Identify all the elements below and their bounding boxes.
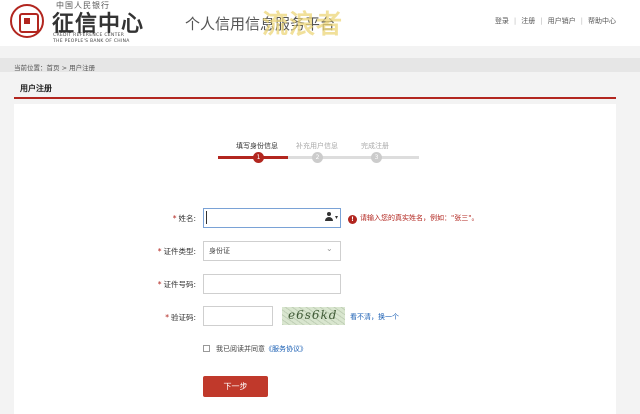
agree-text: 我已阅读并同意《服务协议》 [216,344,307,354]
required-mark: * [157,247,162,256]
logo-english-line1: CREDIT REFERENCE CENTER [53,33,125,38]
service-agreement-link[interactable]: 《服务协议》 [265,345,307,353]
name-hint-text: 请输入您的真实姓名，例如："张三"。 [360,214,479,222]
step-1-dot: 1 [253,152,264,163]
next-step-button[interactable]: 下一步 [203,376,268,397]
title-divider [14,97,616,99]
step-2-label: 补充用户信息 [296,142,338,150]
required-mark: * [157,280,162,289]
breadcrumb: 当前位置：首页 > 用户注册 [14,64,96,72]
id-type-label-text: 证件类型: [163,247,196,256]
required-mark: * [165,313,169,322]
step-3-dot: 3 [371,152,382,163]
agree-checkbox[interactable] [203,345,210,352]
step-2-dot: 2 [312,152,323,163]
required-mark: * [172,214,177,223]
nav-separator: | [540,17,543,25]
step-rest-progress-bar [288,156,419,159]
nav-separator: | [580,17,583,25]
name-input[interactable] [203,208,341,228]
step-1-label: 填写身份信息 [236,142,278,150]
watermark: 流浪者 [262,10,344,40]
name-hint: ! 请输入您的真实姓名，例如："张三"。 [348,213,478,224]
page-title: 用户注册 [20,84,52,93]
captcha-label: * 验证码: [106,312,196,323]
id-number-input[interactable] [203,274,341,294]
header: 中国人民银行 征信中心 CREDIT REFERENCE CENTER THE … [0,0,640,46]
id-number-label-text: 证件号码: [163,280,196,289]
nav-login-link[interactable]: 登录 [495,16,509,26]
top-nav: 登录 | 注册 | 用户销户 | 帮助中心 [495,16,616,26]
nav-register-link[interactable]: 注册 [521,16,535,26]
name-label: * 姓名: [106,213,196,224]
logo-english-line2: THE PEOPLE'S BANK OF CHINA [53,39,130,44]
captcha-image[interactable]: e6s6kd [282,307,345,325]
warning-icon: ! [348,215,357,224]
logo-seal-icon [10,4,44,38]
nav-separator: | [513,17,517,25]
text-caret [206,211,207,224]
chevron-down-icon: ▾ [335,214,339,221]
breadcrumb-bar [0,58,640,72]
nav-cancel-account-link[interactable]: 用户销户 [548,16,576,26]
chevron-down-icon: ⌄ [326,244,333,253]
captcha-text: e6s6kd [288,308,338,322]
user-icon [324,212,334,222]
name-label-text: 姓名: [178,214,196,223]
captcha-refresh-link[interactable]: 看不清，换一个 [350,312,399,322]
captcha-input[interactable] [203,306,273,326]
nav-help-link[interactable]: 帮助中心 [588,16,616,26]
step-3-label: 完成注册 [361,142,389,150]
captcha-label-text: 验证码: [170,313,196,322]
id-number-label: * 证件号码: [106,279,196,290]
id-type-select[interactable]: 身份证 [203,241,341,261]
id-type-label: * 证件类型: [106,246,196,257]
agree-prefix: 我已阅读并同意 [216,345,265,353]
